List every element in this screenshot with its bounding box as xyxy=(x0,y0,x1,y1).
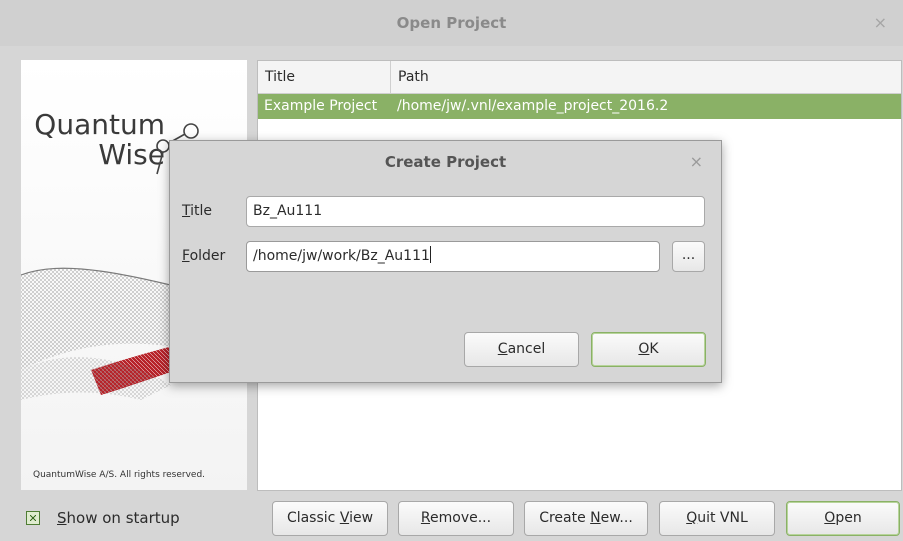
label-rest: iew xyxy=(349,510,374,526)
table-header: Title Path xyxy=(258,61,901,94)
label-rest: how on startup xyxy=(66,509,180,527)
folder-path-input[interactable]: /home/jw/work/Bz_Au111 xyxy=(246,241,660,272)
dialog-title: Create Project xyxy=(384,153,507,171)
quit-vnl-button[interactable]: Quit VNL xyxy=(659,501,775,536)
mnemonic: R xyxy=(420,510,431,526)
create-project-dialog[interactable]: Create Project × Title Bz_Au111 Folder /… xyxy=(169,140,722,383)
mnemonic: C xyxy=(497,341,508,357)
company-logo: Quantum Wise xyxy=(34,110,165,170)
window-titlebar: Open Project × xyxy=(0,0,903,46)
label-rest: K xyxy=(649,341,659,357)
column-header-title[interactable]: Title xyxy=(258,61,391,93)
copyright-text: QuantumWise A/S. All rights reserved. xyxy=(33,470,206,480)
column-header-path[interactable]: Path xyxy=(391,61,429,93)
create-new-button[interactable]: Create New... xyxy=(524,501,648,536)
cell-path: /home/jw/.vnl/example_project_2016.2 xyxy=(397,98,669,114)
mnemonic: Q xyxy=(686,510,698,526)
browse-folder-button[interactable]: ... xyxy=(672,241,705,272)
label-pre: Classic xyxy=(286,510,340,526)
cancel-button[interactable]: Cancel xyxy=(464,332,579,367)
show-on-startup-checkbox[interactable] xyxy=(26,511,40,525)
mnemonic: T xyxy=(182,203,191,219)
remove-button[interactable]: Remove... xyxy=(398,501,514,536)
ok-button[interactable]: OK xyxy=(591,332,706,367)
cell-title: Example Project xyxy=(264,98,378,114)
project-title-input[interactable]: Bz_Au111 xyxy=(246,196,705,227)
mnemonic: S xyxy=(57,509,67,527)
title-label: Title xyxy=(182,203,212,219)
logo-line-1: Quantum xyxy=(34,108,165,141)
label-rest: older xyxy=(189,248,226,264)
label-rest: emove... xyxy=(430,510,492,526)
mnemonic: O xyxy=(638,341,650,357)
mnemonic: N xyxy=(590,510,601,526)
folder-label: Folder xyxy=(182,248,225,264)
mnemonic: F xyxy=(182,248,190,264)
folder-path-value: /home/jw/work/Bz_Au111 xyxy=(253,248,430,264)
dialog-titlebar: Create Project × xyxy=(170,141,721,183)
table-row[interactable]: Example Project /home/jw/.vnl/example_pr… xyxy=(258,94,901,119)
window-title: Open Project xyxy=(396,14,507,32)
window-close-icon[interactable]: × xyxy=(874,0,887,46)
open-button[interactable]: Open xyxy=(786,501,900,536)
label-rest: ew... xyxy=(600,510,633,526)
logo-line-2: Wise xyxy=(98,138,165,171)
label-rest: uit VNL xyxy=(697,510,748,526)
text-caret xyxy=(429,246,431,263)
mnemonic: O xyxy=(824,510,836,526)
label-rest: ancel xyxy=(507,341,546,357)
show-on-startup-label[interactable]: Show on startup xyxy=(57,509,180,527)
label-rest: itle xyxy=(190,203,213,219)
dialog-close-icon[interactable]: × xyxy=(690,141,703,183)
label-pre: Create xyxy=(539,510,591,526)
classic-view-button[interactable]: Classic View xyxy=(272,501,388,536)
mnemonic: V xyxy=(339,510,350,526)
label-rest: pen xyxy=(835,510,862,526)
